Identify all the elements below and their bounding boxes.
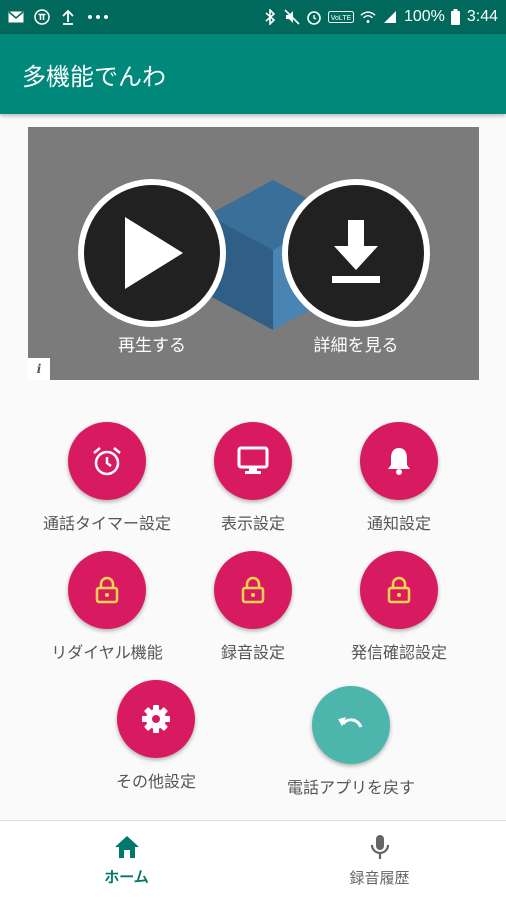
more-icon: [86, 9, 110, 25]
notification-button[interactable]: [360, 422, 438, 500]
outgoing-confirm-button[interactable]: [360, 551, 438, 629]
microphone-icon: [370, 835, 389, 859]
status-bar: VoLTE 100% 3:44: [0, 0, 506, 34]
nav-home-label: ホーム: [104, 868, 149, 886]
recording-button[interactable]: [214, 551, 292, 629]
nav-recording-history-label: 録音履歴: [349, 869, 410, 887]
play-button[interactable]: [78, 179, 226, 327]
download-icon: [332, 220, 380, 283]
other-button[interactable]: [117, 680, 195, 758]
volte-icon: VoLTE: [327, 9, 354, 25]
upload-icon: [60, 9, 76, 25]
call-timer-setting[interactable]: 通話タイマー設定: [22, 422, 192, 534]
other-label: その他設定: [115, 772, 196, 791]
lock-icon: [95, 576, 119, 604]
alarm-clock-icon: [93, 447, 121, 476]
notification-label: 通知設定: [366, 514, 431, 533]
redial-setting[interactable]: リダイヤル機能: [22, 551, 192, 663]
redial-button[interactable]: [68, 551, 146, 629]
gear-icon: [142, 705, 170, 733]
bluetooth-icon: [262, 9, 278, 25]
return-phone-label: 電話アプリを戻す: [286, 778, 415, 797]
battery-percent: 100%: [403, 8, 445, 25]
lock-icon: [387, 576, 411, 604]
recording-label: 録音設定: [220, 643, 285, 662]
details-button[interactable]: [282, 179, 430, 327]
mute-icon: [284, 9, 300, 25]
alarm-icon: [306, 9, 322, 25]
signal-icon: [382, 9, 398, 25]
outgoing-confirm-setting[interactable]: 発信確認設定: [314, 551, 484, 663]
play-icon: [125, 217, 183, 289]
svg-text:VoLTE: VoLTE: [331, 15, 352, 22]
wifi-icon: [360, 9, 376, 25]
redial-label: リダイヤル機能: [51, 643, 163, 662]
return-phone-app[interactable]: 電話アプリを戻す: [266, 686, 436, 798]
display-label: 表示設定: [220, 514, 285, 533]
return-phone-button[interactable]: [312, 686, 390, 764]
call-timer-button[interactable]: [68, 422, 146, 500]
home-icon: [114, 836, 139, 858]
undo-icon: [338, 717, 363, 728]
other-setting[interactable]: その他設定: [71, 680, 241, 792]
call-timer-label: 通話タイマー設定: [42, 514, 171, 533]
mail-icon: [8, 9, 24, 25]
bottom-navigation: ホーム 録音履歴: [0, 820, 506, 900]
nav-recording-history[interactable]: 録音履歴: [253, 821, 506, 900]
outgoing-confirm-label: 発信確認設定: [350, 643, 447, 662]
nav-home[interactable]: ホーム: [0, 821, 253, 900]
recording-setting[interactable]: 録音設定: [168, 551, 338, 663]
play-label[interactable]: 再生する: [72, 331, 232, 356]
bell-icon: [388, 448, 410, 475]
ad-info-icon[interactable]: i: [28, 358, 50, 380]
app-title: 多機能でんわ: [22, 62, 166, 91]
pi-icon: [34, 9, 50, 25]
clock: 3:44: [466, 8, 498, 25]
details-label[interactable]: 詳細を見る: [276, 331, 436, 356]
battery-icon: [451, 9, 461, 25]
monitor-icon: [237, 446, 269, 474]
lock-icon: [241, 576, 265, 604]
display-button[interactable]: [214, 422, 292, 500]
display-setting[interactable]: 表示設定: [168, 422, 338, 534]
app-bar: 多機能でんわ: [0, 34, 506, 114]
ad-banner[interactable]: 再生する 詳細を見る i: [28, 127, 479, 380]
notification-setting[interactable]: 通知設定: [314, 422, 484, 534]
